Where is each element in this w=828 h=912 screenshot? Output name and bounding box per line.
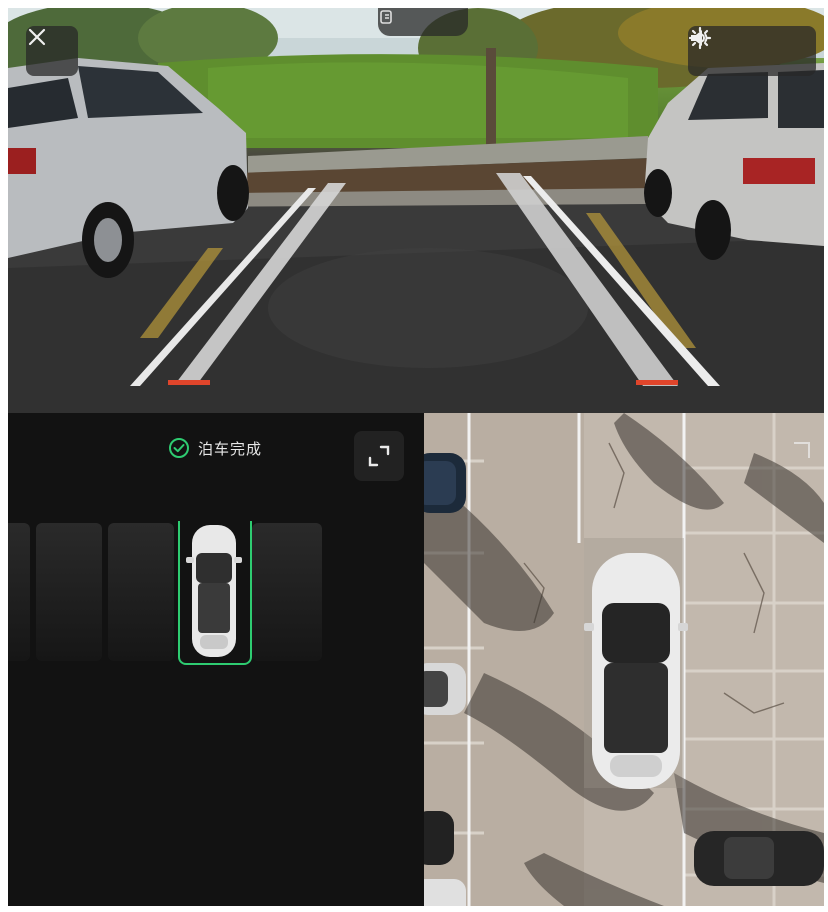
close-icon bbox=[28, 28, 46, 46]
parking-status-text: 泊车完成 bbox=[198, 439, 263, 458]
parking-slot bbox=[252, 523, 322, 661]
expand-button[interactable] bbox=[354, 431, 404, 481]
camera-controls bbox=[688, 26, 816, 76]
parking-slot bbox=[36, 523, 102, 661]
gear-icon bbox=[688, 26, 712, 50]
close-button[interactable] bbox=[26, 26, 78, 76]
vehicle-icon bbox=[186, 525, 242, 657]
rear-camera-view bbox=[8, 8, 824, 413]
parking-status-panel: 泊车完成 bbox=[8, 413, 424, 906]
parking-slot bbox=[108, 523, 174, 661]
camera-switch-icon bbox=[380, 10, 392, 24]
aerial-scene bbox=[424, 413, 824, 906]
expand-icon bbox=[368, 445, 390, 467]
birds-eye-view bbox=[424, 413, 824, 906]
camera-switch-button[interactable] bbox=[378, 8, 468, 36]
parking-slot bbox=[8, 523, 30, 661]
parking-assist-screen: 泊车完成 bbox=[8, 8, 824, 906]
parking-status: 泊车完成 bbox=[168, 435, 262, 461]
settings-button[interactable] bbox=[688, 26, 816, 76]
check-circle-icon bbox=[169, 438, 189, 458]
ego-vehicle bbox=[584, 553, 688, 789]
